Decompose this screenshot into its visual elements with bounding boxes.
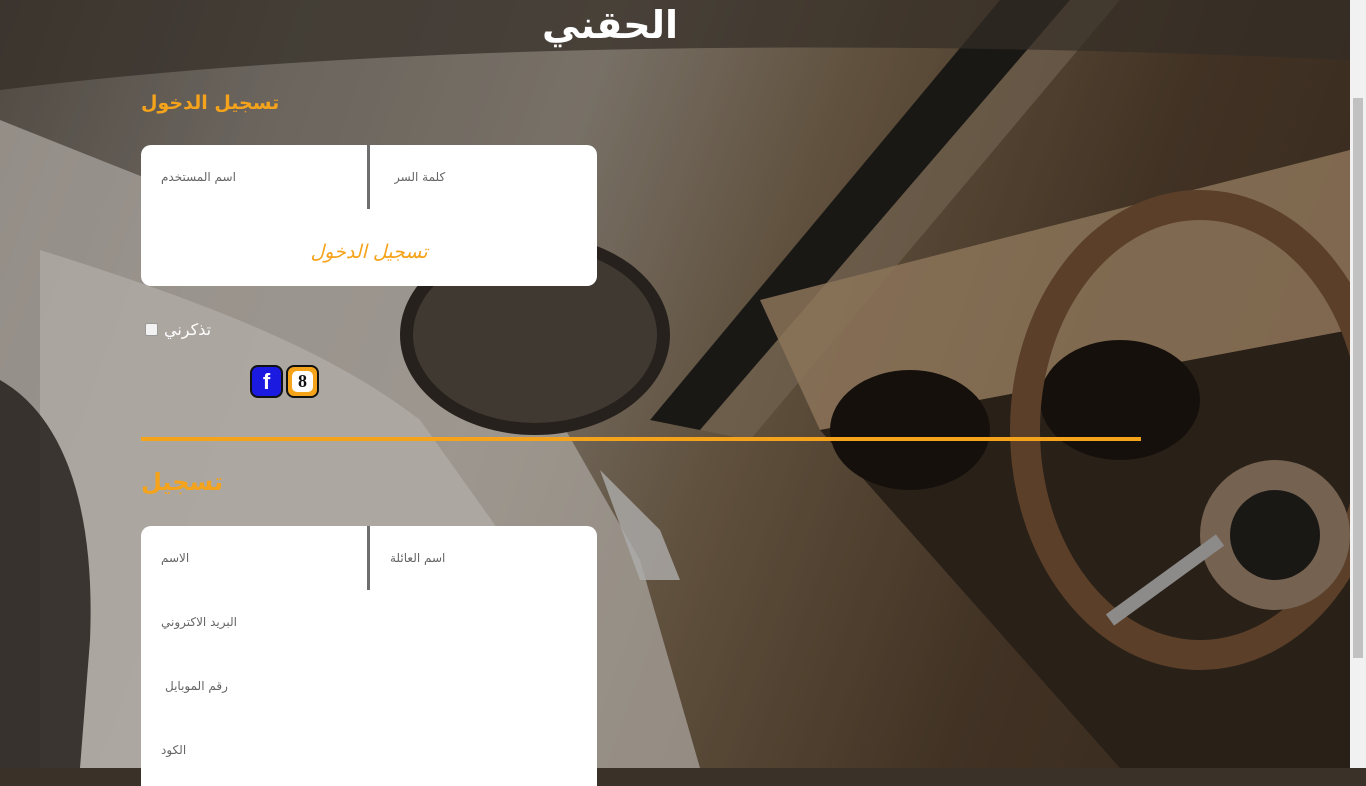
code-input[interactable] — [141, 718, 597, 782]
login-card: تسجيل الدخول — [141, 145, 597, 286]
password-input[interactable] — [370, 145, 597, 209]
username-input[interactable] — [141, 145, 367, 209]
first-name-input[interactable] — [141, 526, 367, 590]
register-card — [141, 526, 597, 786]
login-button[interactable]: تسجيل الدخول — [141, 240, 597, 264]
login-heading: تسجيل الدخول — [141, 92, 280, 114]
email-input[interactable] — [141, 590, 597, 654]
remember-label: تذكرني — [164, 320, 212, 339]
section-separator — [141, 437, 1141, 441]
scrollbar-thumb[interactable] — [1353, 98, 1363, 658]
last-name-input[interactable] — [370, 526, 597, 590]
page-title: الحقني — [542, 3, 678, 47]
google-icon: 8 — [292, 371, 313, 392]
facebook-icon: f — [262, 368, 271, 394]
mobile-input[interactable] — [141, 654, 597, 718]
remember-me[interactable]: تذكرني — [145, 320, 211, 339]
page-scrollbar[interactable] — [1350, 0, 1366, 768]
facebook-login-button[interactable]: f — [250, 365, 283, 398]
remember-checkbox[interactable] — [145, 323, 158, 336]
register-heading: تسجيل — [141, 468, 223, 496]
google-login-button[interactable]: 8 — [286, 365, 319, 398]
